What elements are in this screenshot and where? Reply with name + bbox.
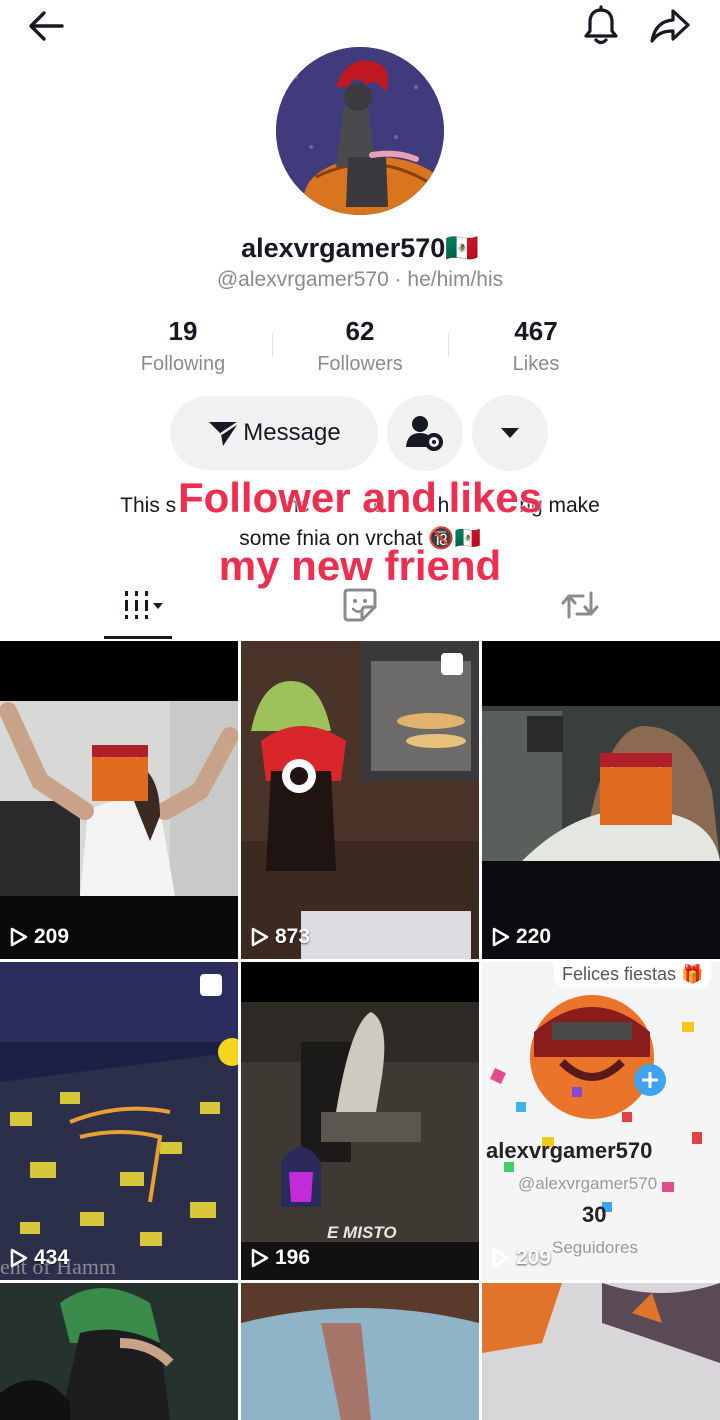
video-tile[interactable] (482, 1283, 720, 1420)
view-count: 196 (251, 1246, 310, 1270)
stat-followers-value: 62 (345, 316, 375, 346)
video-top-text: Felices fiestas 🎁 (554, 962, 712, 987)
tab-videos[interactable] (108, 584, 172, 626)
tab-stickers[interactable] (338, 584, 382, 626)
play-icon (10, 927, 28, 947)
send-icon (209, 420, 240, 446)
view-count-value: 220 (516, 925, 552, 948)
overlay-caption-line-1: Follower and likes (177, 474, 543, 521)
video-thumbnail (482, 1283, 720, 1420)
stat-followers[interactable]: 62 Followers (280, 316, 440, 376)
stat-likes[interactable]: 467 Likes (456, 316, 616, 376)
video-thumbnail (482, 706, 720, 959)
video-foot-text: Seguidores (552, 1238, 639, 1257)
share-button[interactable] (646, 6, 694, 46)
stat-divider (272, 333, 273, 357)
notification-bell-button[interactable] (578, 4, 624, 48)
overlay-caption-line-2: my new friend (218, 542, 502, 589)
video-name-text: alexvrgamer570 (486, 1138, 653, 1163)
video-thumbnail (241, 641, 479, 959)
play-icon (10, 1248, 28, 1268)
video-tile[interactable]: 873 (241, 641, 479, 959)
grid-bars-icon (125, 591, 163, 619)
message-label: Message (243, 419, 341, 446)
caret-down-icon (501, 428, 519, 438)
video-thumbnail (0, 962, 238, 1280)
arrow-left-icon (29, 11, 64, 41)
user-gear-icon (406, 416, 443, 451)
stat-followers-label: Followers (317, 353, 403, 375)
stat-divider (448, 333, 449, 357)
follow-settings-button[interactable] (387, 395, 463, 471)
video-sub-text: @alexvrgamer570 (518, 1174, 658, 1193)
play-icon (492, 927, 510, 947)
view-count: 209 (10, 925, 69, 949)
video-tile[interactable]: E MISTO 196 (241, 962, 479, 1280)
view-count-value: 434 (34, 1246, 70, 1269)
stat-following[interactable]: 19 Following (103, 316, 263, 376)
profile-username: alexvrgamer570🇲🇽 (241, 233, 479, 263)
view-count-value: 196 (275, 1246, 311, 1269)
view-count: 220 (492, 925, 551, 949)
video-tile[interactable] (0, 1283, 238, 1420)
message-button[interactable]: Message (170, 396, 378, 470)
video-tile[interactable]: 209 (0, 641, 238, 959)
play-icon (251, 1248, 269, 1268)
video-tile[interactable] (241, 1283, 479, 1420)
view-count: 209 (492, 1246, 551, 1270)
tab-active-indicator (104, 636, 172, 639)
video-tile[interactable]: ent of Hamm 434 (0, 962, 238, 1280)
view-count-value: 209 (516, 1246, 552, 1269)
stat-following-label: Following (140, 353, 226, 375)
view-count-value: 873 (275, 925, 311, 948)
back-button[interactable] (22, 8, 70, 44)
video-thumbnail (241, 1283, 479, 1420)
share-arrow-icon (650, 9, 690, 43)
stat-likes-label: Likes (512, 353, 560, 375)
stat-following-value: 19 (168, 316, 198, 346)
view-count: 434 (10, 1246, 69, 1270)
video-thumbnail (0, 701, 238, 959)
view-count-value: 209 (34, 925, 70, 948)
view-count: 873 (251, 925, 310, 949)
video-caption: E MISTO (327, 1223, 397, 1242)
video-thumbnail (482, 962, 720, 1280)
profile-handle: @alexvrgamer570 · he/him/his (216, 268, 504, 291)
video-thumbnail (0, 1283, 238, 1420)
repost-icon (561, 591, 599, 619)
video-tile[interactable]: Felices fiestas 🎁 alexvrgamer570 @alexvr… (482, 962, 720, 1280)
video-grid: 209 873 220 ent of Hamm 434 E MISTO 196 … (0, 641, 720, 1420)
bell-icon (584, 5, 618, 45)
stat-likes-value: 467 (514, 316, 558, 346)
video-tile[interactable]: 220 (482, 641, 720, 959)
avatar-image (276, 47, 444, 215)
profile-avatar[interactable] (276, 47, 444, 215)
play-icon (251, 927, 269, 947)
play-icon (492, 1248, 510, 1268)
sticker-icon (343, 588, 377, 622)
video-num-text: 30 (582, 1202, 607, 1227)
more-dropdown-button[interactable] (472, 395, 548, 471)
tab-reposts[interactable] (558, 584, 602, 626)
